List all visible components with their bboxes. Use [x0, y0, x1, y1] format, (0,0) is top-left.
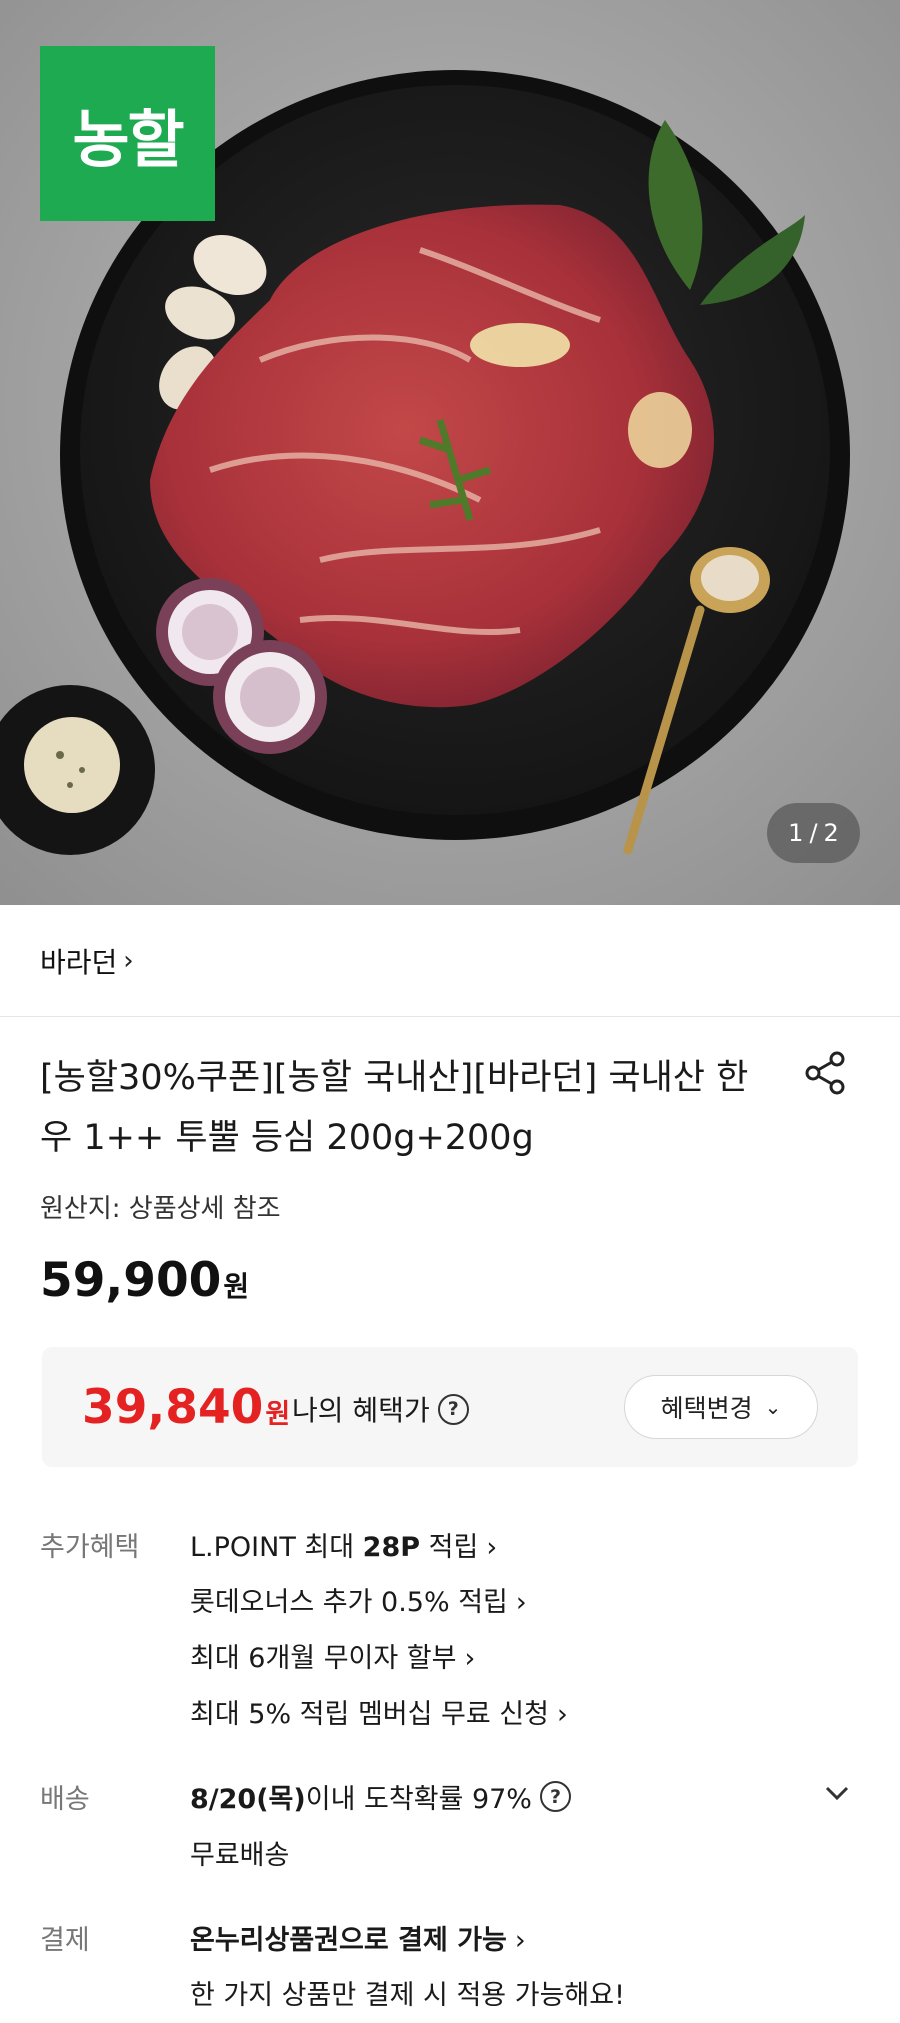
chevron-right-icon: ›: [557, 1699, 568, 1730]
free-shipping: 무료배송: [190, 1840, 290, 1871]
question-circle-icon[interactable]: ?: [437, 1393, 469, 1425]
benefit-label: 나의 혜택가 ?: [292, 1389, 469, 1429]
delivery-label: 배송: [40, 1784, 90, 1815]
membership-text: 최대 5% 적립 멤버십 무료 신청: [190, 1699, 549, 1730]
original-price: 59,900 원: [40, 1253, 249, 1308]
benefit-price: 39,840 원: [82, 1380, 290, 1435]
extra-benefit-lpoint[interactable]: L.POINT 최대 28P 적립 ›: [190, 1525, 497, 1564]
image-page-counter: 1 / 2: [767, 803, 860, 863]
payment-note: 한 가지 상품만 결제 시 적용 가능해요!: [190, 1980, 625, 2011]
chevron-right-icon: ›: [123, 945, 134, 976]
brand-badge-text: 농할: [72, 102, 184, 176]
brand-badge: 농할: [40, 46, 215, 221]
extra-benefit-lotteowners[interactable]: 롯데오너스 추가 0.5% 적립 ›: [190, 1580, 527, 1619]
counter-current: 1: [788, 819, 804, 847]
extra-benefit-label: 추가혜택: [40, 1532, 140, 1563]
chevron-right-icon: ›: [515, 1587, 527, 1618]
payment-onnuri-link[interactable]: 온누리상품권으로 결제 가능 ›: [190, 1918, 526, 1957]
benefit-price-unit: 원: [265, 1399, 291, 1430]
lpoint-text-pre: L.POINT 최대: [190, 1532, 363, 1563]
benefit-label-text: 나의 혜택가: [292, 1394, 430, 1427]
counter-separator: /: [809, 819, 818, 847]
chevron-right-icon: ›: [514, 1925, 526, 1956]
chevron-right-icon: ›: [486, 1532, 498, 1563]
brand-name: 바라던: [40, 945, 118, 979]
chevron-down-icon: ⌄: [764, 1395, 782, 1419]
extra-benefit-membership[interactable]: 최대 5% 적립 멤버십 무료 신청 ›: [190, 1692, 568, 1731]
delivery-date: 8/20(목): [190, 1784, 306, 1815]
benefit-price-value: 39,840: [82, 1380, 264, 1435]
chevron-down-icon[interactable]: [822, 1778, 852, 1808]
product-image-carousel[interactable]: 농할 1 / 2: [0, 0, 900, 905]
counter-total: 2: [823, 819, 839, 847]
lotteowners-text: 롯데오너스 추가 0.5% 적립: [190, 1587, 508, 1618]
question-circle-icon[interactable]: ?: [539, 1781, 571, 1812]
payment-label: 결제: [40, 1925, 90, 1956]
installment-text: 최대 6개월 무이자 할부: [190, 1643, 457, 1674]
change-benefit-label: 혜택변경: [660, 1394, 753, 1423]
share-icon[interactable]: [803, 1050, 849, 1096]
benefit-price-box: 39,840 원 나의 혜택가 ? 혜택변경 ⌄: [42, 1347, 858, 1467]
change-benefit-button[interactable]: 혜택변경 ⌄: [624, 1375, 818, 1439]
price-unit: 원: [223, 1270, 250, 1303]
origin-info: 원산지: 상품상세 참조: [40, 1194, 281, 1224]
product-title: [농할30%쿠폰][농할 국내산][바라던] 국내산 한우 1++ 투뿔 등심 …: [40, 1058, 749, 1158]
lpoint-text-post: 적립: [420, 1532, 479, 1563]
chevron-right-icon: ›: [464, 1643, 476, 1674]
price-value: 59,900: [40, 1253, 222, 1308]
brand-link[interactable]: 바라던 ›: [0, 905, 900, 1017]
extra-benefit-installment[interactable]: 최대 6개월 무이자 할부 ›: [190, 1636, 475, 1675]
payment-onnuri-text: 온누리상품권으로 결제 가능: [190, 1925, 507, 1956]
delivery-probability: 이내 도착확률 97%: [305, 1784, 532, 1815]
delivery-info: 8/20(목) 이내 도착확률 97%?: [190, 1777, 571, 1816]
lpoint-text-bold: 28P: [362, 1532, 421, 1563]
